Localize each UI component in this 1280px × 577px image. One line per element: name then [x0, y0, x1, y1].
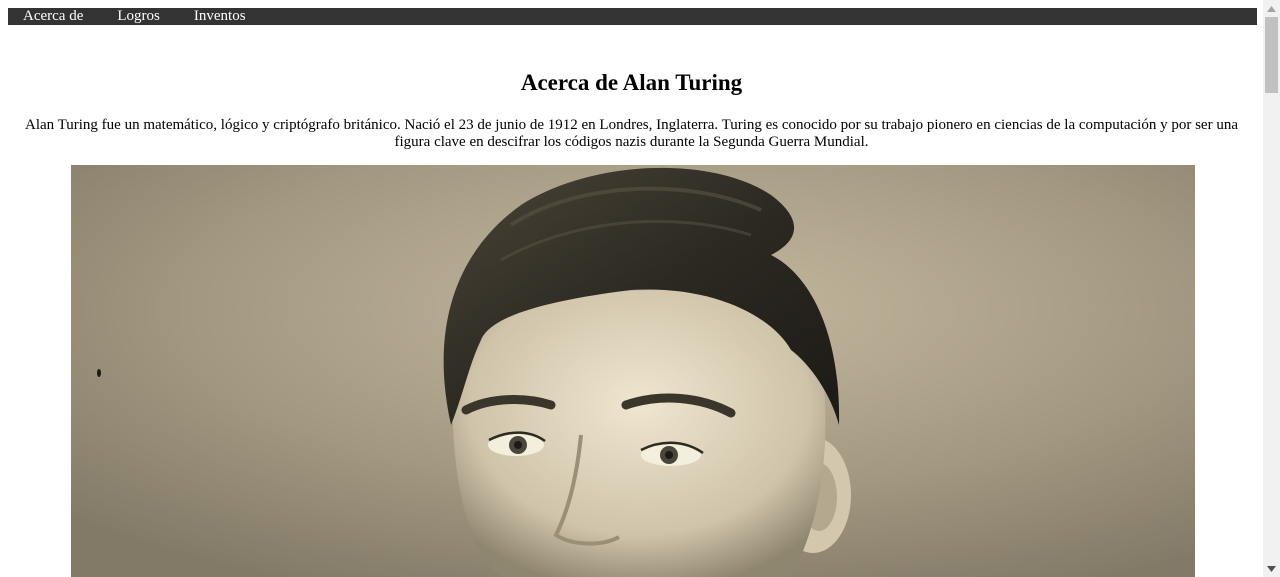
- page-title: Acerca de Alan Turing: [520, 70, 743, 95]
- nav-link-logros[interactable]: Logros: [117, 8, 160, 25]
- intro-paragraph: Alan Turing fue un matemático, lógico y …: [24, 117, 1238, 150]
- portrait-illustration: [71, 165, 1195, 577]
- vertical-scrollbar[interactable]: [1263, 0, 1280, 577]
- top-navbar: Acerca de Logros Inventos: [8, 8, 1257, 25]
- scroll-down-arrow-icon[interactable]: [1263, 560, 1280, 577]
- nav-link-acerca-de[interactable]: Acerca de: [23, 8, 83, 25]
- page: Acerca de Logros Inventos Acerca de Alan…: [0, 0, 1263, 577]
- portrait-photo: [71, 165, 1195, 577]
- nav-link-inventos[interactable]: Inventos: [194, 8, 246, 25]
- scroll-up-arrow-icon[interactable]: [1263, 0, 1280, 17]
- scrollbar-thumb[interactable]: [1265, 17, 1278, 93]
